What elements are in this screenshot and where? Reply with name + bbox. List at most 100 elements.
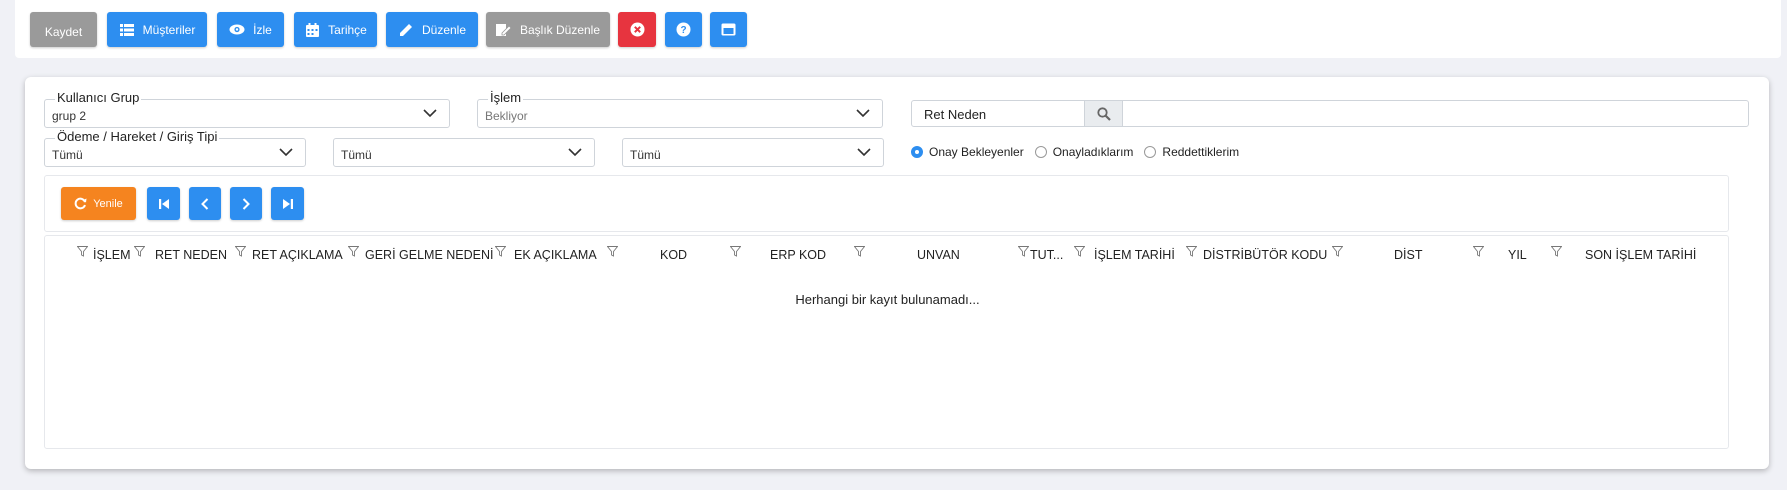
filter-icon[interactable] <box>1185 245 1198 257</box>
radio-approved[interactable]: Onayladıklarım <box>1034 145 1134 159</box>
user-group-label: Kullanıcı Grup <box>55 90 142 105</box>
filter-icon[interactable] <box>1472 245 1485 257</box>
calendar-icon <box>304 22 320 38</box>
filter-icon[interactable] <box>606 245 619 257</box>
next-page-button[interactable] <box>230 187 262 220</box>
edit-document-icon <box>496 22 512 38</box>
last-page-button[interactable] <box>271 187 304 220</box>
pencil-icon <box>398 22 414 38</box>
operation-value: Bekliyor <box>485 109 528 123</box>
column-header-ek-aciklama[interactable]: EK AÇIKLAMA <box>514 248 597 262</box>
window-icon <box>721 22 737 38</box>
payment-type-value: Tümü <box>52 148 83 162</box>
second-select-value: Tümü <box>341 148 372 162</box>
customers-label: Müşteriler <box>142 22 196 37</box>
edit-label: Düzenle <box>421 22 467 37</box>
first-page-icon <box>158 198 169 209</box>
save-label: Kaydet <box>44 24 83 39</box>
reject-reason-field: Ret Neden <box>911 100 1749 127</box>
chevron-down-icon <box>279 148 293 157</box>
previous-page-button[interactable] <box>189 187 221 220</box>
header-edit-button[interactable]: Başlık Düzenle <box>486 12 610 47</box>
close-circle-icon <box>629 22 645 38</box>
help-button[interactable]: ? <box>665 12 702 47</box>
empty-message: Herhangi bir kayıt bulunamadı... <box>795 292 980 307</box>
history-label: Tarihçe <box>328 22 367 37</box>
column-header-unvan[interactable]: UNVAN <box>917 248 960 262</box>
refresh-icon <box>74 197 87 210</box>
grid-navigation-bar: Yenile <box>44 175 1729 232</box>
chevron-down-icon <box>423 109 437 118</box>
column-header-yil[interactable]: YIL <box>1508 248 1527 262</box>
reject-reason-input[interactable] <box>1124 102 1744 125</box>
history-button[interactable]: Tarihçe <box>294 12 377 47</box>
chevron-right-icon <box>242 197 250 210</box>
operation-label: İşlem <box>488 90 524 105</box>
save-button[interactable]: Kaydet <box>30 12 97 47</box>
watch-label: İzle <box>253 22 272 37</box>
eye-icon <box>229 22 245 38</box>
third-select[interactable]: Tümü <box>622 138 884 167</box>
header-edit-label: Başlık Düzenle <box>519 22 601 37</box>
filter-icon[interactable] <box>1550 245 1563 257</box>
chevron-left-icon <box>201 197 209 210</box>
payment-type-select[interactable]: Ödeme / Hareket / Giriş Tipi Tümü <box>44 130 306 167</box>
window-button[interactable] <box>710 12 747 47</box>
radio-dot <box>911 146 923 158</box>
question-icon: ? <box>676 22 692 38</box>
column-header-distributor-kodu[interactable]: DİSTRİBÜTÖR KODU <box>1203 248 1327 262</box>
close-button[interactable] <box>618 12 656 47</box>
filter-icon[interactable] <box>1017 245 1030 257</box>
column-header-tutar[interactable]: TUT... <box>1030 248 1063 262</box>
data-grid: İŞLEM RET NEDEN RET AÇIKLAMA GERİ GELME … <box>44 235 1729 449</box>
radio-rejected-label: Reddettiklerim <box>1162 145 1240 159</box>
filter-icon[interactable] <box>729 245 742 257</box>
radio-dot <box>1144 146 1157 158</box>
column-header-dist[interactable]: DİST <box>1394 248 1422 262</box>
filter-icon[interactable] <box>494 245 507 257</box>
reject-reason-search-button[interactable] <box>1085 101 1123 126</box>
last-page-icon <box>282 198 293 209</box>
refresh-button[interactable]: Yenile <box>61 187 136 220</box>
first-page-button[interactable] <box>147 187 180 220</box>
column-header-erp-kod[interactable]: ERP KOD <box>770 248 826 262</box>
chevron-down-icon <box>856 109 870 118</box>
svg-text:?: ? <box>680 25 686 36</box>
user-group-value: grup 2 <box>52 109 87 123</box>
chevron-down-icon <box>568 148 582 157</box>
edit-button[interactable]: Düzenle <box>386 12 478 47</box>
payment-type-label: Ödeme / Hareket / Giriş Tipi <box>55 129 220 144</box>
column-header-kod[interactable]: KOD <box>660 248 687 262</box>
second-select[interactable]: Tümü <box>333 138 595 167</box>
filter-icon[interactable] <box>76 245 89 257</box>
radio-dot <box>1034 146 1047 158</box>
radio-rejected[interactable]: Reddettiklerim <box>1144 145 1239 159</box>
column-header-ret-neden[interactable]: RET NEDEN <box>155 248 227 262</box>
column-header-ret-aciklama[interactable]: RET AÇIKLAMA <box>252 248 343 262</box>
filter-icon[interactable] <box>234 245 247 257</box>
toolbar: Kaydet Müşteriler İzle Tarihçe Düzenle B… <box>15 0 1781 58</box>
list-icon <box>119 22 135 38</box>
third-select-value: Tümü <box>630 148 661 162</box>
column-header-islem[interactable]: İŞLEM <box>93 248 131 262</box>
customers-button[interactable]: Müşteriler <box>107 12 207 47</box>
watch-button[interactable]: İzle <box>217 12 284 47</box>
column-header-son-islem-tarihi[interactable]: SON İŞLEM TARİHİ <box>1585 248 1696 262</box>
filter-icon[interactable] <box>1331 245 1344 257</box>
column-header-geri-gelme-nedeni[interactable]: GERİ GELME NEDENİ <box>365 248 494 262</box>
radio-pending-label: Onay Bekleyenler <box>929 145 1024 159</box>
filter-icon[interactable] <box>853 245 866 257</box>
user-group-select[interactable]: Kullanıcı Grup grup 2 <box>44 91 450 128</box>
radio-pending[interactable]: Onay Bekleyenler <box>911 145 1024 159</box>
refresh-label: Yenile <box>93 197 123 210</box>
search-icon <box>1096 106 1111 121</box>
chevron-down-icon <box>857 148 871 157</box>
filter-icon[interactable] <box>133 245 146 257</box>
column-header-islem-tarihi[interactable]: İŞLEM TARİHİ <box>1094 248 1175 262</box>
filter-icon[interactable] <box>1073 245 1086 257</box>
operation-select[interactable]: İşlem Bekliyor <box>477 91 883 128</box>
approval-filter-radios: Onay Bekleyenler Onayladıklarım Reddetti… <box>911 145 1250 159</box>
reject-reason-label: Ret Neden <box>912 101 1085 126</box>
radio-approved-label: Onayladıklarım <box>1052 145 1134 159</box>
filter-icon[interactable] <box>347 245 360 257</box>
